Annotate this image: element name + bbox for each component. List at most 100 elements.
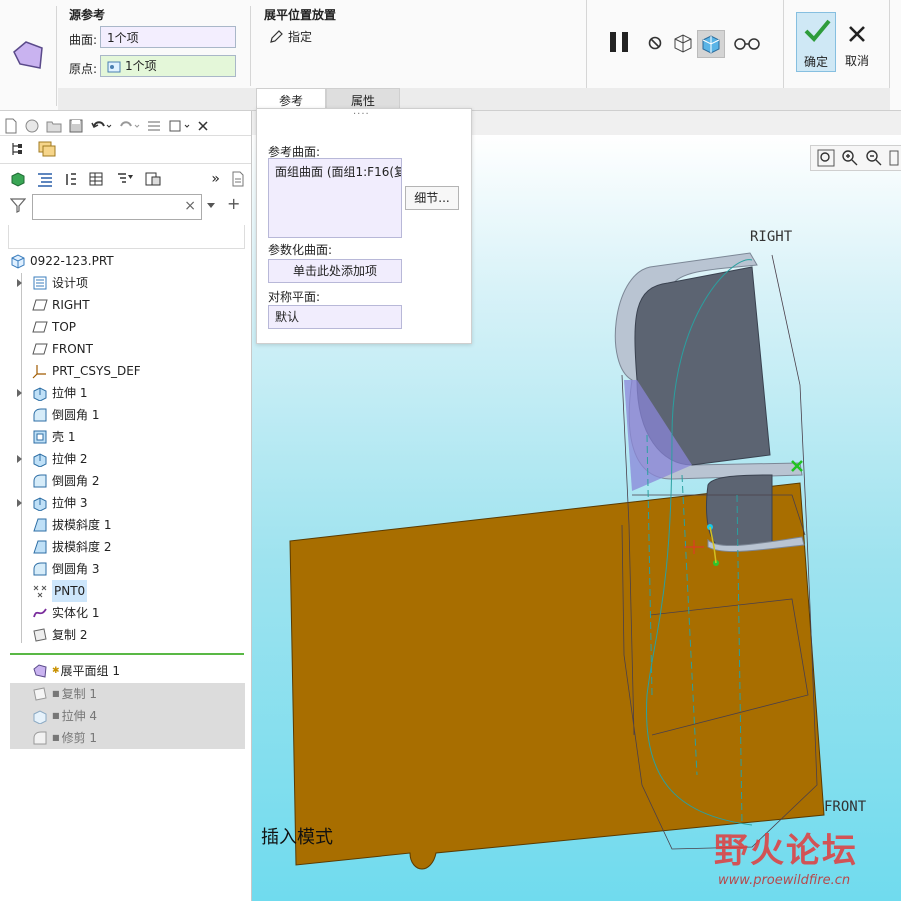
new-file-icon[interactable] xyxy=(4,118,18,134)
tree-item-draft-2[interactable]: 拔模斜度 2 xyxy=(32,536,111,558)
redo-icon[interactable] xyxy=(118,118,140,134)
open-file-icon[interactable] xyxy=(24,118,40,134)
tree-root[interactable]: 0922-123.PRT xyxy=(10,250,114,272)
cube-icon[interactable] xyxy=(10,171,26,187)
tree-item-pnt0[interactable]: PNT0 xyxy=(32,580,88,602)
solidify-icon xyxy=(32,605,48,621)
undo-icon[interactable] xyxy=(90,118,112,134)
save-icon[interactable] xyxy=(68,118,84,134)
show-icon[interactable] xyxy=(144,171,162,187)
model-tree-tab-icon[interactable] xyxy=(10,141,26,160)
tree-item-label: 复制 1 xyxy=(61,687,98,701)
separator xyxy=(586,0,587,88)
suppressed-marker-icon: ■ xyxy=(52,689,60,698)
panel-grip-icon[interactable]: ···· xyxy=(353,109,370,120)
tree-item-shell-1[interactable]: 壳 1 xyxy=(32,426,75,448)
tree-item-solidify-1[interactable]: 实体化 1 xyxy=(32,602,99,624)
tree-item-label: 拉伸 3 xyxy=(52,496,88,510)
insert-marker[interactable] xyxy=(10,653,244,655)
specify-button[interactable]: 指定 xyxy=(268,28,312,45)
datum-plane-icon xyxy=(32,341,48,357)
tree-item-extrude-2[interactable]: 拉伸 2 xyxy=(32,448,87,470)
tree-item-round-3[interactable]: 倒圆角 3 xyxy=(32,558,99,580)
shaded-preview-icon[interactable] xyxy=(697,30,725,58)
settings-page-icon[interactable] xyxy=(230,171,246,187)
x-icon xyxy=(847,24,867,47)
verify-glasses-icon[interactable] xyxy=(732,30,762,56)
expand-arrow-icon[interactable] xyxy=(17,279,22,287)
tree-item-label: 修剪 1 xyxy=(61,731,98,745)
tree-item-label: 拉伸 4 xyxy=(61,709,98,723)
tree-item-round-2[interactable]: 倒圆角 2 xyxy=(32,470,99,492)
tree-item-label: 拔模斜度 1 xyxy=(52,518,112,532)
windows-icon[interactable] xyxy=(168,118,190,134)
close-window-icon[interactable] xyxy=(196,118,210,134)
source-ref-title: 源参考 xyxy=(69,8,106,22)
tree-item-extrude-3[interactable]: 拉伸 3 xyxy=(32,492,87,514)
regenerate-icon[interactable] xyxy=(146,118,162,134)
tree-item-label: 拉伸 1 xyxy=(52,386,88,400)
expand-arrow-icon[interactable] xyxy=(17,455,22,463)
expand-arrow-icon[interactable] xyxy=(17,499,22,507)
separator xyxy=(56,6,57,106)
separator xyxy=(783,0,784,88)
tree-filter-list-icon[interactable] xyxy=(64,171,78,187)
tree-item-label: TOP xyxy=(52,320,77,334)
tree-item-top-plane[interactable]: TOP xyxy=(32,316,76,338)
tree-columns-icon[interactable] xyxy=(36,171,54,187)
filter-funnel-icon xyxy=(9,197,27,216)
placement-title: 展平位置放置 xyxy=(264,8,337,22)
origin-value: 1个项 xyxy=(125,59,157,73)
param-surface-collector[interactable]: 单击此处添加项 xyxy=(268,259,402,283)
wireframe-preview-icon[interactable] xyxy=(670,30,696,56)
expand-arrow-icon[interactable] xyxy=(17,389,22,397)
ok-button[interactable]: 确定 xyxy=(796,12,836,72)
tree-item-label: 展平面组 1 xyxy=(60,664,120,678)
tree-item-front-plane[interactable]: FRONT xyxy=(32,338,93,360)
tree-item-extrude-4[interactable]: ■ 拉伸 4 xyxy=(32,705,97,727)
details-button[interactable]: 细节... xyxy=(405,186,459,210)
origin-collector[interactable]: 1个项 xyxy=(100,55,236,77)
tree-item-draft-1[interactable]: 拔模斜度 1 xyxy=(32,514,111,536)
no-preview-icon[interactable] xyxy=(642,30,668,56)
ref-surface-value: 面组曲面 (面组1:F16(复 xyxy=(275,165,402,179)
clear-search-icon[interactable]: × xyxy=(184,198,196,214)
sym-plane-label: 对称平面: xyxy=(268,290,321,304)
tree-item-label: 壳 1 xyxy=(52,430,76,444)
tree-item-csys[interactable]: PRT_CSYS_DEF xyxy=(32,360,141,382)
flatten-quilt-icon xyxy=(32,663,48,679)
tree-item-label: 倒圆角 3 xyxy=(52,562,100,576)
tree-search-input[interactable]: × xyxy=(32,194,202,220)
tree-item-copy-1[interactable]: ■ 复制 1 xyxy=(32,683,97,705)
tree-item-copy-2[interactable]: 复制 2 xyxy=(32,624,87,646)
tree-item-label: 设计项 xyxy=(52,276,89,290)
cancel-button[interactable]: 取消 xyxy=(840,12,874,72)
extrude-icon xyxy=(32,495,48,512)
origin-label: 原点: xyxy=(69,62,98,76)
param-surface-label: 参数化曲面: xyxy=(268,243,333,257)
extrude-icon xyxy=(32,451,48,468)
tree-item-design-items[interactable]: 设计项 xyxy=(32,272,88,294)
layer-tree-tab-icon[interactable] xyxy=(36,139,58,159)
suppressed-marker-icon: ■ xyxy=(52,733,60,742)
pause-icon[interactable] xyxy=(606,29,632,55)
surface-label: 曲面: xyxy=(69,33,98,47)
ribbon-tab-strip xyxy=(58,88,890,110)
draft-icon xyxy=(32,539,48,555)
tree-item-label: 复制 2 xyxy=(52,628,88,642)
tree-item-flatten-quilt[interactable]: ✱ 展平面组 1 xyxy=(32,660,120,682)
more-icon[interactable]: » xyxy=(211,171,220,187)
ref-surface-collector[interactable]: 面组曲面 (面组1:F16(复 xyxy=(268,158,402,238)
tree-item-trim-1[interactable]: ■ 修剪 1 xyxy=(32,727,97,749)
tree-item-label: 拉伸 2 xyxy=(52,452,88,466)
add-filter-icon[interactable]: + xyxy=(227,194,240,213)
surface-collector[interactable]: 1个项 xyxy=(100,26,236,48)
tree-item-right-plane[interactable]: RIGHT xyxy=(32,294,90,316)
filter-settings-icon[interactable] xyxy=(116,171,134,187)
table-icon[interactable] xyxy=(88,171,106,187)
tree-item-round-1[interactable]: 倒圆角 1 xyxy=(32,404,99,426)
folder-icon[interactable] xyxy=(46,118,62,134)
tree-item-extrude-1[interactable]: 拉伸 1 xyxy=(32,382,87,404)
search-dropdown-icon[interactable] xyxy=(207,203,215,208)
sym-plane-collector[interactable]: 默认 xyxy=(268,305,402,329)
